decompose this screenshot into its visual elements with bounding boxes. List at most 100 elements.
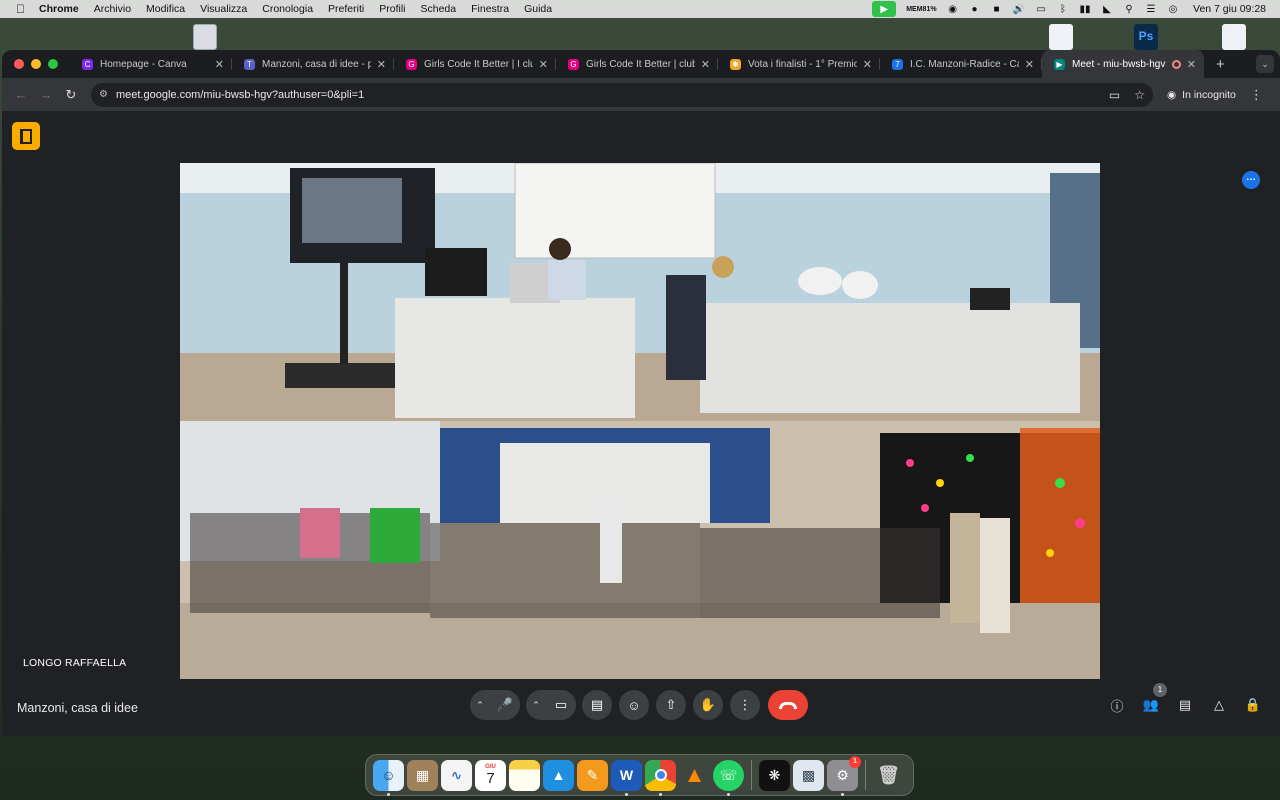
camera-button[interactable]: ▭ bbox=[546, 690, 576, 720]
system-settings-icon[interactable]: ⚙ 1 bbox=[827, 755, 861, 796]
desktop-file-icon[interactable] bbox=[1222, 24, 1246, 50]
meet-status-icon[interactable]: ● bbox=[969, 3, 981, 15]
more-options-button[interactable]: ⋮ bbox=[730, 690, 760, 720]
desktop-photoshop-icon[interactable]: Ps bbox=[1134, 24, 1158, 50]
teams-icon[interactable]: ■ bbox=[991, 3, 1003, 15]
tab-title: Girls Code It Better | I club bbox=[424, 58, 533, 70]
people-button[interactable]: 👥 bbox=[1140, 694, 1162, 716]
activities-button[interactable]: △ bbox=[1208, 694, 1230, 716]
battery-icon[interactable]: ▮▮ bbox=[1079, 3, 1091, 15]
audio-options-chevron-icon[interactable]: ⌃ bbox=[470, 700, 490, 711]
launchpad-icon[interactable]: ▦ bbox=[407, 759, 438, 791]
menu-visualizza[interactable]: Visualizza bbox=[200, 3, 247, 15]
bluetooth-icon[interactable]: ᛒ bbox=[1057, 3, 1069, 15]
url-text[interactable]: meet.google.com/miu-bwsb-hgv?authuser=0&… bbox=[116, 89, 1109, 101]
settings-notification-badge: 1 bbox=[849, 755, 861, 768]
camera-in-use-icon[interactable]: ▭ bbox=[1109, 88, 1120, 102]
menu-profili[interactable]: Profili bbox=[379, 3, 405, 15]
close-tab-icon[interactable]: ✕ bbox=[863, 58, 872, 71]
fullscreen-window-button[interactable] bbox=[48, 59, 58, 69]
tab-girls-code-2[interactable]: G Girls Code It Better | club 1 ✕ bbox=[556, 50, 718, 78]
microphone-button[interactable]: 🎤 bbox=[490, 690, 520, 720]
meeting-details-info-icon[interactable]: ⓘ bbox=[1106, 694, 1128, 716]
notes-icon[interactable] bbox=[509, 759, 540, 791]
finder-icon[interactable]: ☺ bbox=[373, 759, 404, 796]
screen-mirror-icon[interactable]: ▭ bbox=[1035, 3, 1047, 15]
girls-code-favicon-icon: G bbox=[568, 58, 579, 70]
participant-video-tile[interactable] bbox=[180, 163, 1100, 679]
teams-favicon-icon: T bbox=[244, 58, 255, 70]
tab-title: Meet - miu-bwsb-hgv bbox=[1072, 58, 1166, 70]
present-screen-button[interactable]: ⇧ bbox=[656, 690, 686, 720]
menu-preferiti[interactable]: Preferiti bbox=[328, 3, 364, 15]
menu-scheda[interactable]: Scheda bbox=[421, 3, 457, 15]
keynote-icon[interactable]: ▲ bbox=[543, 759, 574, 791]
control-center-icon[interactable]: ☰ bbox=[1145, 3, 1157, 15]
host-controls-door-icon[interactable] bbox=[12, 122, 40, 150]
tab-search-chevron-icon[interactable]: ⌄ bbox=[1256, 55, 1274, 73]
memory-value: 81% bbox=[922, 5, 937, 13]
chatgpt-icon[interactable]: ❋ bbox=[759, 759, 790, 791]
desktop-file-icon[interactable] bbox=[1049, 24, 1073, 50]
minimize-window-button[interactable] bbox=[31, 59, 41, 69]
memory-status[interactable]: MEM 81% bbox=[906, 3, 936, 15]
spotlight-search-icon[interactable]: ⚲ bbox=[1123, 3, 1135, 15]
menubar-clock[interactable]: Ven 7 giu 09:28 bbox=[1193, 3, 1266, 15]
host-controls-lock-icon[interactable]: 🔒 bbox=[1242, 694, 1264, 716]
desktop-file-icon[interactable] bbox=[193, 24, 217, 50]
incognito-indicator[interactable]: ◉ In incognito bbox=[1167, 89, 1236, 101]
reload-icon[interactable]: ↻ bbox=[60, 87, 82, 103]
chrome-icon[interactable] bbox=[645, 759, 676, 796]
calendar-icon[interactable]: GIU 7 bbox=[475, 759, 506, 791]
close-tab-icon[interactable]: ✕ bbox=[1025, 58, 1034, 71]
emoji-reactions-button[interactable]: ☺ bbox=[619, 690, 649, 720]
raise-hand-button[interactable]: ✋ bbox=[693, 690, 723, 720]
vlc-icon[interactable]: ▲ bbox=[679, 760, 710, 791]
close-window-button[interactable] bbox=[14, 59, 24, 69]
new-tab-button[interactable]: + bbox=[1216, 56, 1225, 73]
canva-favicon-icon: C bbox=[82, 58, 93, 70]
apple-menu-icon[interactable]:  bbox=[16, 2, 25, 16]
tab-ic-manzoni-radice[interactable]: 7 I.C. Manzoni-Radice - Cale ✕ bbox=[880, 50, 1042, 78]
site-info-icon[interactable]: ⚙ bbox=[99, 89, 108, 100]
menu-archivio[interactable]: Archivio bbox=[94, 3, 131, 15]
tab-manzoni-casa-idee[interactable]: T Manzoni, casa di idee - pre ✕ bbox=[232, 50, 394, 78]
close-tab-icon[interactable]: ✕ bbox=[215, 58, 224, 71]
freeform-icon[interactable]: ∿ bbox=[441, 759, 472, 791]
tab-canva[interactable]: C Homepage - Canva ✕ bbox=[70, 50, 232, 78]
address-bar[interactable]: ⚙ meet.google.com/miu-bwsb-hgv?authuser=… bbox=[91, 82, 1153, 107]
more-options-fab-icon[interactable]: … bbox=[1242, 171, 1260, 189]
tab-meet[interactable]: ▶ Meet - miu-bwsb-hgv ✕ bbox=[1042, 50, 1204, 78]
close-tab-icon[interactable]: ✕ bbox=[701, 58, 710, 71]
meet-favicon-icon: ▶ bbox=[1054, 58, 1065, 70]
forward-arrow-icon[interactable]: → bbox=[35, 87, 57, 102]
close-tab-icon[interactable]: ✕ bbox=[1187, 58, 1196, 71]
tab-vota-finalisti[interactable]: ✱ Vota i finalisti - 1° Premio N ✕ bbox=[718, 50, 880, 78]
facetime-camera-icon[interactable]: ▶ bbox=[872, 1, 897, 17]
trash-icon[interactable]: 🗑 bbox=[873, 760, 904, 791]
menu-app-name[interactable]: Chrome bbox=[39, 3, 79, 15]
browser-menu-icon[interactable]: ⋮ bbox=[1250, 87, 1263, 103]
siri-icon[interactable]: ◎ bbox=[1167, 3, 1179, 15]
whatsapp-icon[interactable]: ☏ bbox=[713, 759, 744, 796]
back-arrow-icon[interactable]: ← bbox=[10, 87, 32, 102]
close-tab-icon[interactable]: ✕ bbox=[539, 58, 548, 71]
captions-button[interactable]: ▤ bbox=[582, 690, 612, 720]
menu-guida[interactable]: Guida bbox=[524, 3, 552, 15]
video-options-chevron-icon[interactable]: ⌃ bbox=[526, 700, 546, 711]
menu-finestra[interactable]: Finestra bbox=[471, 3, 509, 15]
bookmark-star-icon[interactable]: ☆ bbox=[1134, 88, 1145, 102]
leave-call-button[interactable] bbox=[768, 690, 808, 720]
close-tab-icon[interactable]: ✕ bbox=[377, 58, 386, 71]
volume-icon[interactable]: 🔊 bbox=[1013, 3, 1025, 15]
preview-icon[interactable]: ▩ bbox=[793, 759, 824, 791]
menu-modifica[interactable]: Modifica bbox=[146, 3, 185, 15]
word-icon[interactable]: W bbox=[611, 759, 642, 796]
premio-favicon-icon: ✱ bbox=[730, 58, 741, 70]
tab-girls-code-1[interactable]: G Girls Code It Better | I club ✕ bbox=[394, 50, 556, 78]
menu-cronologia[interactable]: Cronologia bbox=[262, 3, 313, 15]
pages-icon[interactable]: ✎ bbox=[577, 759, 608, 791]
activity-icon[interactable]: ◉ bbox=[947, 3, 959, 15]
wifi-icon[interactable]: ◣ bbox=[1101, 3, 1113, 15]
chat-button[interactable]: ▤ bbox=[1174, 694, 1196, 716]
